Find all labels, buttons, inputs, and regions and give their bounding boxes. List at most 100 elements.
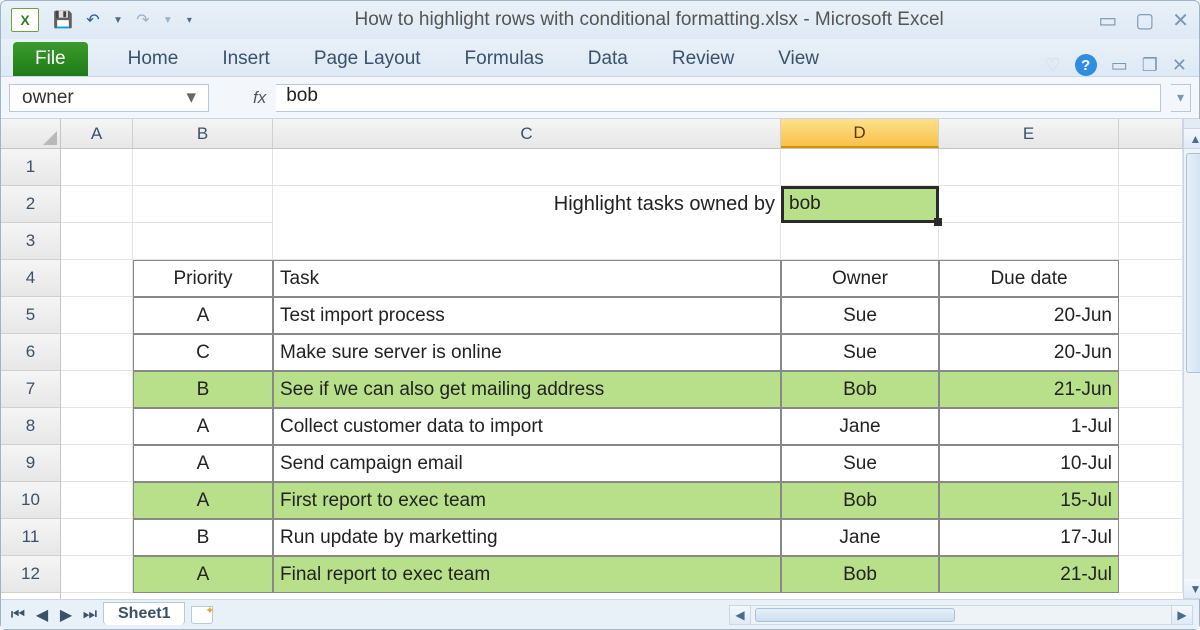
cell[interactable] (781, 223, 939, 260)
table-cell-owner[interactable]: Bob (781, 482, 939, 519)
row-header[interactable]: 3 (1, 223, 60, 260)
row-header[interactable]: 5 (1, 297, 60, 334)
cell[interactable] (781, 149, 939, 186)
table-cell-due[interactable]: 21-Jul (939, 556, 1119, 593)
row-header[interactable]: 10 (1, 482, 60, 519)
table-cell-priority[interactable]: A (133, 556, 273, 593)
cell[interactable] (273, 223, 781, 260)
col-header-c[interactable]: C (273, 119, 781, 148)
sheet-nav-last-icon[interactable]: ⏭ (79, 605, 101, 625)
table-cell-due[interactable]: 10-Jul (939, 445, 1119, 482)
table-cell-due[interactable]: 20-Jun (939, 297, 1119, 334)
table-cell-due[interactable]: 20-Jun (939, 334, 1119, 371)
split-handle[interactable] (1184, 119, 1200, 129)
scroll-up-icon[interactable]: ▲ (1184, 129, 1200, 149)
tab-insert[interactable]: Insert (200, 42, 292, 76)
row-header[interactable]: 7 (1, 371, 60, 408)
sheet-tab[interactable]: Sheet1 (103, 602, 185, 625)
table-header-owner[interactable]: Owner (781, 260, 939, 297)
col-header-d[interactable]: D (781, 119, 939, 148)
table-header-priority[interactable]: Priority (133, 260, 273, 297)
minimize-icon[interactable]: ▭ (1098, 8, 1117, 33)
scroll-right-icon[interactable]: ▶ (1171, 605, 1193, 625)
cell[interactable] (133, 223, 273, 260)
row-header[interactable]: 9 (1, 445, 60, 482)
tab-data[interactable]: Data (566, 42, 650, 76)
ribbon-restore-icon[interactable]: ❐ (1142, 55, 1158, 76)
cell[interactable] (61, 186, 133, 223)
cell[interactable] (939, 186, 1119, 223)
table-cell-due[interactable]: 17-Jul (939, 519, 1119, 556)
maximize-icon[interactable]: ▢ (1135, 8, 1154, 33)
table-cell-task[interactable]: Make sure server is online (273, 334, 781, 371)
name-box[interactable]: owner ▾ (9, 84, 209, 112)
ribbon-heart-icon[interactable]: ♡ (1045, 55, 1061, 76)
cell[interactable] (1119, 223, 1183, 260)
hscroll-thumb[interactable] (755, 608, 955, 622)
scroll-left-icon[interactable]: ◀ (729, 605, 751, 625)
tab-home[interactable]: Home (106, 42, 201, 76)
table-cell-priority[interactable]: A (133, 482, 273, 519)
cell[interactable] (1119, 149, 1183, 186)
cell[interactable] (1119, 371, 1183, 408)
table-cell-owner[interactable]: Sue (781, 445, 939, 482)
table-cell-priority[interactable]: A (133, 297, 273, 334)
cell[interactable] (61, 149, 133, 186)
ribbon-close-icon[interactable]: ✕ (1172, 55, 1187, 76)
table-cell-owner[interactable]: Bob (781, 556, 939, 593)
cell[interactable] (939, 223, 1119, 260)
active-cell[interactable]: bob (781, 186, 939, 223)
formula-expand-icon[interactable]: ▾ (1171, 84, 1191, 112)
table-cell-task[interactable]: See if we can also get mailing address (273, 371, 781, 408)
cell[interactable] (939, 149, 1119, 186)
cell[interactable] (1119, 482, 1183, 519)
hscroll-track[interactable] (751, 605, 1171, 625)
table-cell-owner[interactable]: Sue (781, 297, 939, 334)
row-header[interactable]: 2 (1, 186, 60, 223)
vscroll-track[interactable] (1184, 149, 1200, 579)
cell[interactable] (1119, 334, 1183, 371)
ribbon-minimize-icon[interactable]: ▭ (1111, 55, 1128, 76)
cell[interactable] (61, 223, 133, 260)
cells-area[interactable]: Highlight tasks owned by bob Priority Ta… (61, 149, 1183, 599)
table-cell-task[interactable]: Run update by marketting (273, 519, 781, 556)
table-cell-owner[interactable]: Bob (781, 371, 939, 408)
row-header[interactable]: 1 (1, 149, 60, 186)
cell[interactable] (133, 149, 273, 186)
formula-input[interactable]: bob (276, 84, 1161, 112)
col-header-extra[interactable] (1119, 119, 1183, 148)
table-header-due[interactable]: Due date (939, 260, 1119, 297)
cell[interactable] (1119, 445, 1183, 482)
row-header[interactable]: 6 (1, 334, 60, 371)
undo-dropdown-icon[interactable]: ▼ (113, 15, 123, 26)
col-header-a[interactable]: A (61, 119, 133, 148)
cell[interactable] (1119, 297, 1183, 334)
cell[interactable] (1119, 556, 1183, 593)
new-sheet-icon[interactable] (191, 606, 213, 624)
scroll-down-icon[interactable]: ▼ (1184, 579, 1200, 599)
cell[interactable] (61, 556, 133, 593)
cell[interactable] (61, 260, 133, 297)
redo-dropdown-icon[interactable]: ▼ (163, 15, 173, 26)
table-cell-priority[interactable]: C (133, 334, 273, 371)
cell[interactable] (1119, 186, 1183, 223)
sheet-nav-prev-icon[interactable]: ◀ (31, 605, 53, 625)
tab-view[interactable]: View (756, 42, 841, 76)
cell[interactable] (61, 445, 133, 482)
cell[interactable] (1119, 408, 1183, 445)
cell[interactable] (61, 482, 133, 519)
prompt-label[interactable]: Highlight tasks owned by (273, 186, 781, 223)
fx-label[interactable]: fx (253, 88, 266, 108)
sheet-nav-first-icon[interactable]: ⏮ (7, 605, 29, 625)
table-cell-priority[interactable]: B (133, 519, 273, 556)
table-cell-due[interactable]: 15-Jul (939, 482, 1119, 519)
table-cell-task[interactable]: Test import process (273, 297, 781, 334)
table-cell-task[interactable]: First report to exec team (273, 482, 781, 519)
cell[interactable] (61, 519, 133, 556)
fill-handle[interactable] (934, 218, 942, 226)
name-box-dropdown-icon[interactable]: ▾ (186, 86, 196, 109)
table-cell-priority[interactable]: B (133, 371, 273, 408)
cell[interactable] (61, 371, 133, 408)
row-header[interactable]: 4 (1, 260, 60, 297)
row-header[interactable]: 8 (1, 408, 60, 445)
